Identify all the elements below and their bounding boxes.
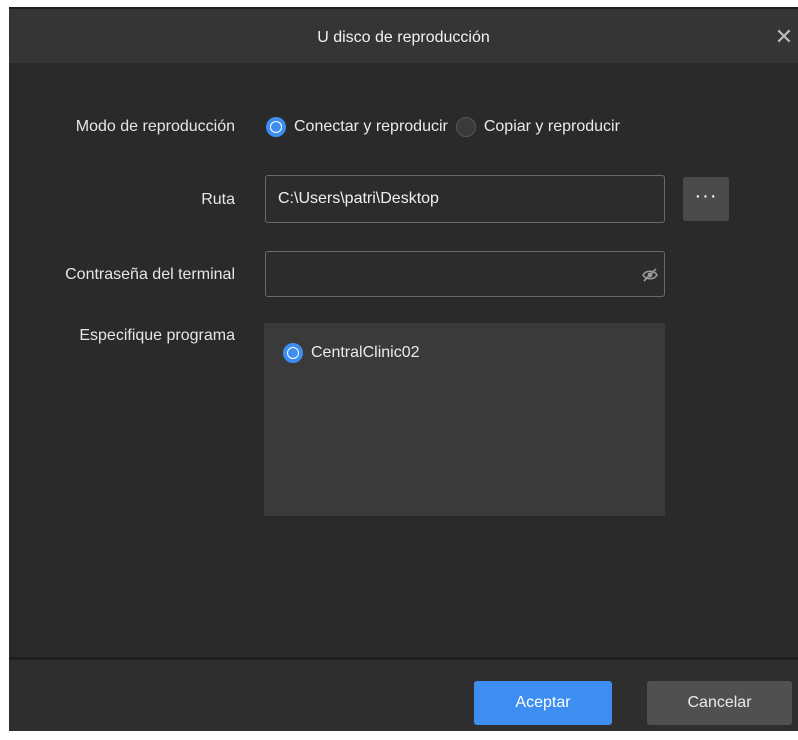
accept-button[interactable]: Aceptar (474, 681, 612, 725)
program-item-centralclinic02[interactable]: CentralClinic02 (283, 343, 420, 363)
close-icon[interactable]: ✕ (770, 23, 798, 51)
playback-mode-radio-group: Conectar y reproducir Copiar y reproduci… (266, 117, 628, 137)
dialog-footer: Aceptar Cancelar (9, 660, 798, 731)
radio-selected-icon (266, 117, 286, 137)
radio-connect-and-play[interactable]: Conectar y reproducir (266, 117, 448, 137)
radio-selected-icon (283, 343, 303, 363)
playback-mode-label: Modo de reproducción (75, 118, 235, 135)
dialog-titlebar: U disco de reproducción ✕ (9, 7, 798, 63)
radio-copy-and-play-label: Copiar y reproducir (483, 118, 620, 135)
dialog-title: U disco de reproducción (317, 29, 490, 46)
terminal-password-input[interactable] (265, 251, 665, 297)
program-list: CentralClinic02 (264, 323, 665, 516)
path-label: Ruta (201, 191, 235, 208)
browse-button[interactable]: ··· (683, 177, 729, 221)
program-item-label: CentralClinic02 (311, 344, 420, 361)
terminal-password-label: Contraseña del terminal (65, 266, 235, 283)
radio-copy-and-play[interactable]: Copiar y reproducir (455, 117, 620, 137)
specify-program-label: Especifique programa (79, 327, 235, 344)
eye-slash-icon[interactable] (641, 266, 659, 284)
playback-dialog: U disco de reproducción ✕ Modo de reprod… (9, 7, 798, 731)
radio-connect-and-play-label: Conectar y reproducir (294, 118, 448, 135)
radio-unselected-icon (455, 117, 476, 137)
cancel-button[interactable]: Cancelar (647, 681, 792, 725)
path-input[interactable] (265, 175, 665, 223)
